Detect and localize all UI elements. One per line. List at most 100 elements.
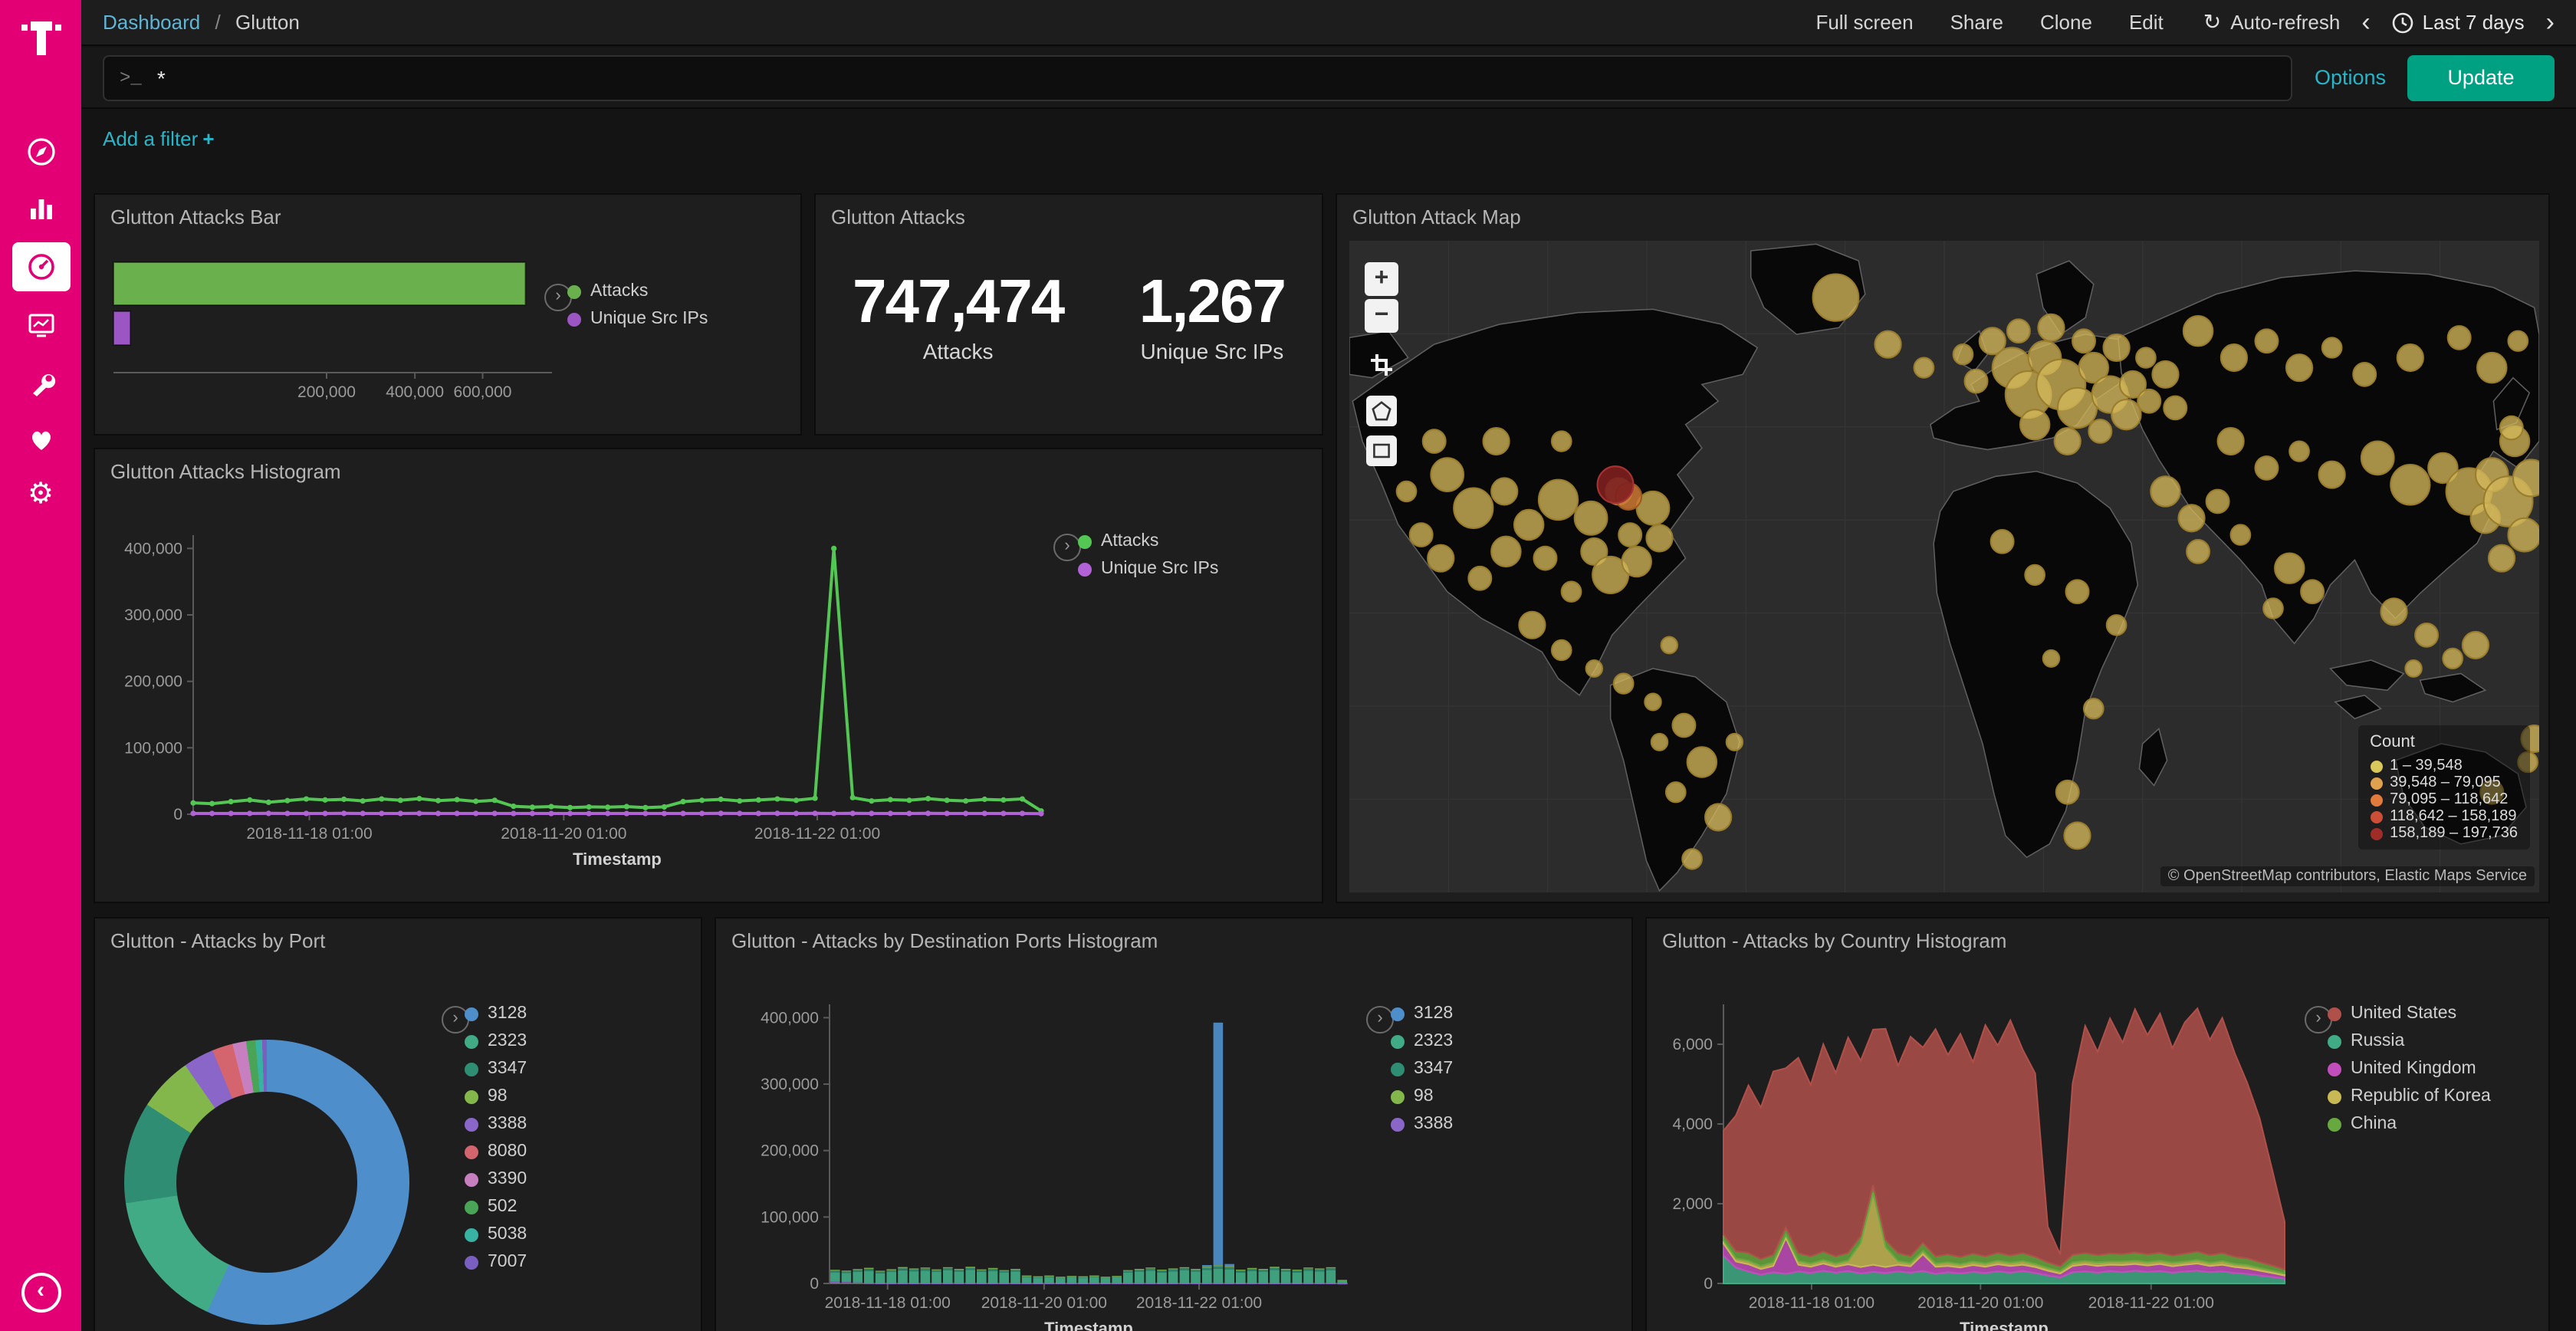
- dest-ports-legend: 3128 2323 3347 98 3388: [1391, 1004, 1453, 1135]
- svg-text:200,000: 200,000: [124, 673, 182, 691]
- legend-color-dot: [465, 1035, 478, 1049]
- port-legend: 3128 2323 3347 98 3388 8080 3390 502 5038 7007: [465, 1004, 527, 1273]
- legend-item[interactable]: 98: [465, 1087, 527, 1107]
- legend-item[interactable]: Russia: [2328, 1032, 2491, 1052]
- legend-item[interactable]: 3347: [1391, 1060, 1453, 1080]
- nav-share-button[interactable]: Share: [1950, 11, 2003, 34]
- legend-item[interactable]: 79,095 – 118,642: [2370, 791, 2518, 808]
- dest-ports-histogram-chart: 0100,000200,000300,000400,0002018-11-18 …: [716, 919, 1633, 1331]
- polygon-tool-button[interactable]: [1366, 396, 1397, 426]
- legend-item[interactable]: United Kingdom: [2328, 1060, 2491, 1080]
- legend-item[interactable]: 2323: [1391, 1032, 1453, 1052]
- legend-item[interactable]: 3388: [465, 1115, 527, 1135]
- breadcrumb-dashboard-link[interactable]: Dashboard: [103, 11, 200, 34]
- sidebar-item-visualize[interactable]: [12, 186, 70, 232]
- sidebar-item-timelion[interactable]: [12, 302, 70, 348]
- nav-clone-button[interactable]: Clone: [2040, 11, 2092, 34]
- legend-color-dot: [2370, 810, 2382, 823]
- legend-item[interactable]: Attacks: [567, 282, 708, 302]
- update-button[interactable]: Update: [2407, 54, 2555, 100]
- options-link[interactable]: Options: [2315, 66, 2386, 89]
- legend-label: 1 – 39,548: [2390, 758, 2463, 774]
- sidebar-item-dev-tools[interactable]: [12, 359, 70, 405]
- sidebar-item-discover[interactable]: [12, 129, 70, 175]
- legend-item[interactable]: 118,642 – 158,189: [2370, 808, 2518, 825]
- legend-item[interactable]: 3390: [465, 1170, 527, 1190]
- add-filter-link[interactable]: Add a filter+: [103, 127, 215, 150]
- panel-attacks-metric: Glutton Attacks 747,474 Attacks 1,267 Un…: [814, 193, 1323, 435]
- time-back-button[interactable]: ‹: [2361, 9, 2370, 35]
- legend-item[interactable]: China: [2328, 1115, 2491, 1135]
- legend-item[interactable]: 98: [1391, 1087, 1453, 1107]
- brand-logo[interactable]: [0, 15, 81, 58]
- filter-bar: Add a filter+: [81, 110, 2576, 166]
- sidebar-item-dashboard[interactable]: [12, 242, 70, 291]
- time-forward-button[interactable]: ›: [2546, 9, 2555, 35]
- refresh-icon: ↻: [2203, 9, 2221, 35]
- legend-label: 2323: [1414, 1032, 1453, 1052]
- legend-color-dot: [567, 313, 581, 327]
- sidebar-collapse-button[interactable]: ‹: [0, 1273, 81, 1313]
- auto-refresh-button[interactable]: ↻ Auto-refresh: [2203, 9, 2341, 35]
- metric-value: 747,474: [853, 268, 1063, 336]
- sidebar-item-monitoring[interactable]: [12, 416, 70, 462]
- legend-color-dot: [567, 285, 581, 299]
- legend-item[interactable]: Unique Src IPs: [1078, 560, 1218, 580]
- legend-color-dot: [465, 1090, 478, 1104]
- legend-item[interactable]: 8080: [465, 1142, 527, 1162]
- legend-item[interactable]: 158,189 – 197,736: [2370, 825, 2518, 842]
- legend-label: 2323: [488, 1032, 527, 1052]
- svg-text:300,000: 300,000: [124, 606, 182, 624]
- nav-full-screen-button[interactable]: Full screen: [1815, 11, 1913, 34]
- legend-item[interactable]: 7007: [465, 1253, 527, 1273]
- nav-edit-button[interactable]: Edit: [2129, 11, 2164, 34]
- compass-icon: [25, 136, 56, 167]
- query-input[interactable]: >_ *: [103, 54, 2293, 100]
- sidebar-item-management[interactable]: ⚙: [12, 472, 70, 518]
- map-legend-title: Count: [2370, 733, 2518, 751]
- legend-item[interactable]: 5038: [465, 1225, 527, 1245]
- svg-text:2018-11-20 01:00: 2018-11-20 01:00: [981, 1294, 1107, 1312]
- legend-item[interactable]: 3388: [1391, 1115, 1453, 1135]
- legend-toggle-icon[interactable]: ›: [1053, 534, 1081, 561]
- kibana-app: ⚙ ‹ Dashboard / Glutton Full screenShare…: [0, 0, 2576, 1331]
- legend-label: 158,189 – 197,736: [2390, 825, 2518, 842]
- panel-dest-ports-histogram: Glutton - Attacks by Destination Ports H…: [715, 917, 1633, 1331]
- svg-text:100,000: 100,000: [124, 739, 182, 757]
- legend-color-dot: [1391, 1035, 1405, 1049]
- legend-color-dot: [465, 1201, 478, 1214]
- legend-item[interactable]: Unique Src IPs: [567, 310, 708, 330]
- metric-label: Unique Src IPs: [1139, 339, 1285, 363]
- legend-item[interactable]: Republic of Korea: [2328, 1087, 2491, 1107]
- heart-icon: [25, 423, 56, 454]
- legend-label: United States: [2351, 1004, 2456, 1024]
- legend-item[interactable]: 39,548 – 79,095: [2370, 774, 2518, 791]
- legend-toggle-icon[interactable]: ›: [1366, 1006, 1394, 1034]
- legend-item[interactable]: 502: [465, 1198, 527, 1218]
- t-logo-icon: [19, 15, 62, 58]
- rectangle-tool-button[interactable]: [1366, 435, 1397, 466]
- svg-text:2018-11-22 01:00: 2018-11-22 01:00: [1136, 1294, 1262, 1312]
- donut-hole: [176, 1092, 357, 1273]
- legend-label: 98: [488, 1087, 508, 1107]
- attack-map[interactable]: + −: [1349, 241, 2539, 892]
- legend-item[interactable]: 3128: [1391, 1004, 1453, 1024]
- legend-item[interactable]: 3128: [465, 1004, 527, 1024]
- map-attribution[interactable]: © OpenStreetMap contributors, Elastic Ma…: [2160, 866, 2535, 886]
- legend-label: 39,548 – 79,095: [2390, 774, 2501, 791]
- map-count-legend: Count 1 – 39,54839,548 – 79,09579,095 – …: [2358, 725, 2530, 850]
- legend-item[interactable]: 2323: [465, 1032, 527, 1052]
- crop-tool-icon[interactable]: [1368, 351, 1395, 386]
- legend-item[interactable]: 1 – 39,548: [2370, 758, 2518, 774]
- pentagon-icon: [1369, 399, 1394, 423]
- legend-color-dot: [1078, 563, 1092, 577]
- legend-color-dot: [2328, 1063, 2341, 1076]
- time-picker-button[interactable]: Last 7 days: [2392, 11, 2525, 34]
- country-legend: United States Russia United Kingdom Republi…: [2328, 1004, 2491, 1135]
- legend-item[interactable]: 3347: [465, 1060, 527, 1080]
- zoom-out-button[interactable]: −: [1365, 299, 1398, 333]
- legend-item[interactable]: United States: [2328, 1004, 2491, 1024]
- legend-item[interactable]: Attacks: [1078, 532, 1218, 552]
- query-text: *: [157, 65, 166, 90]
- zoom-in-button[interactable]: +: [1365, 262, 1398, 296]
